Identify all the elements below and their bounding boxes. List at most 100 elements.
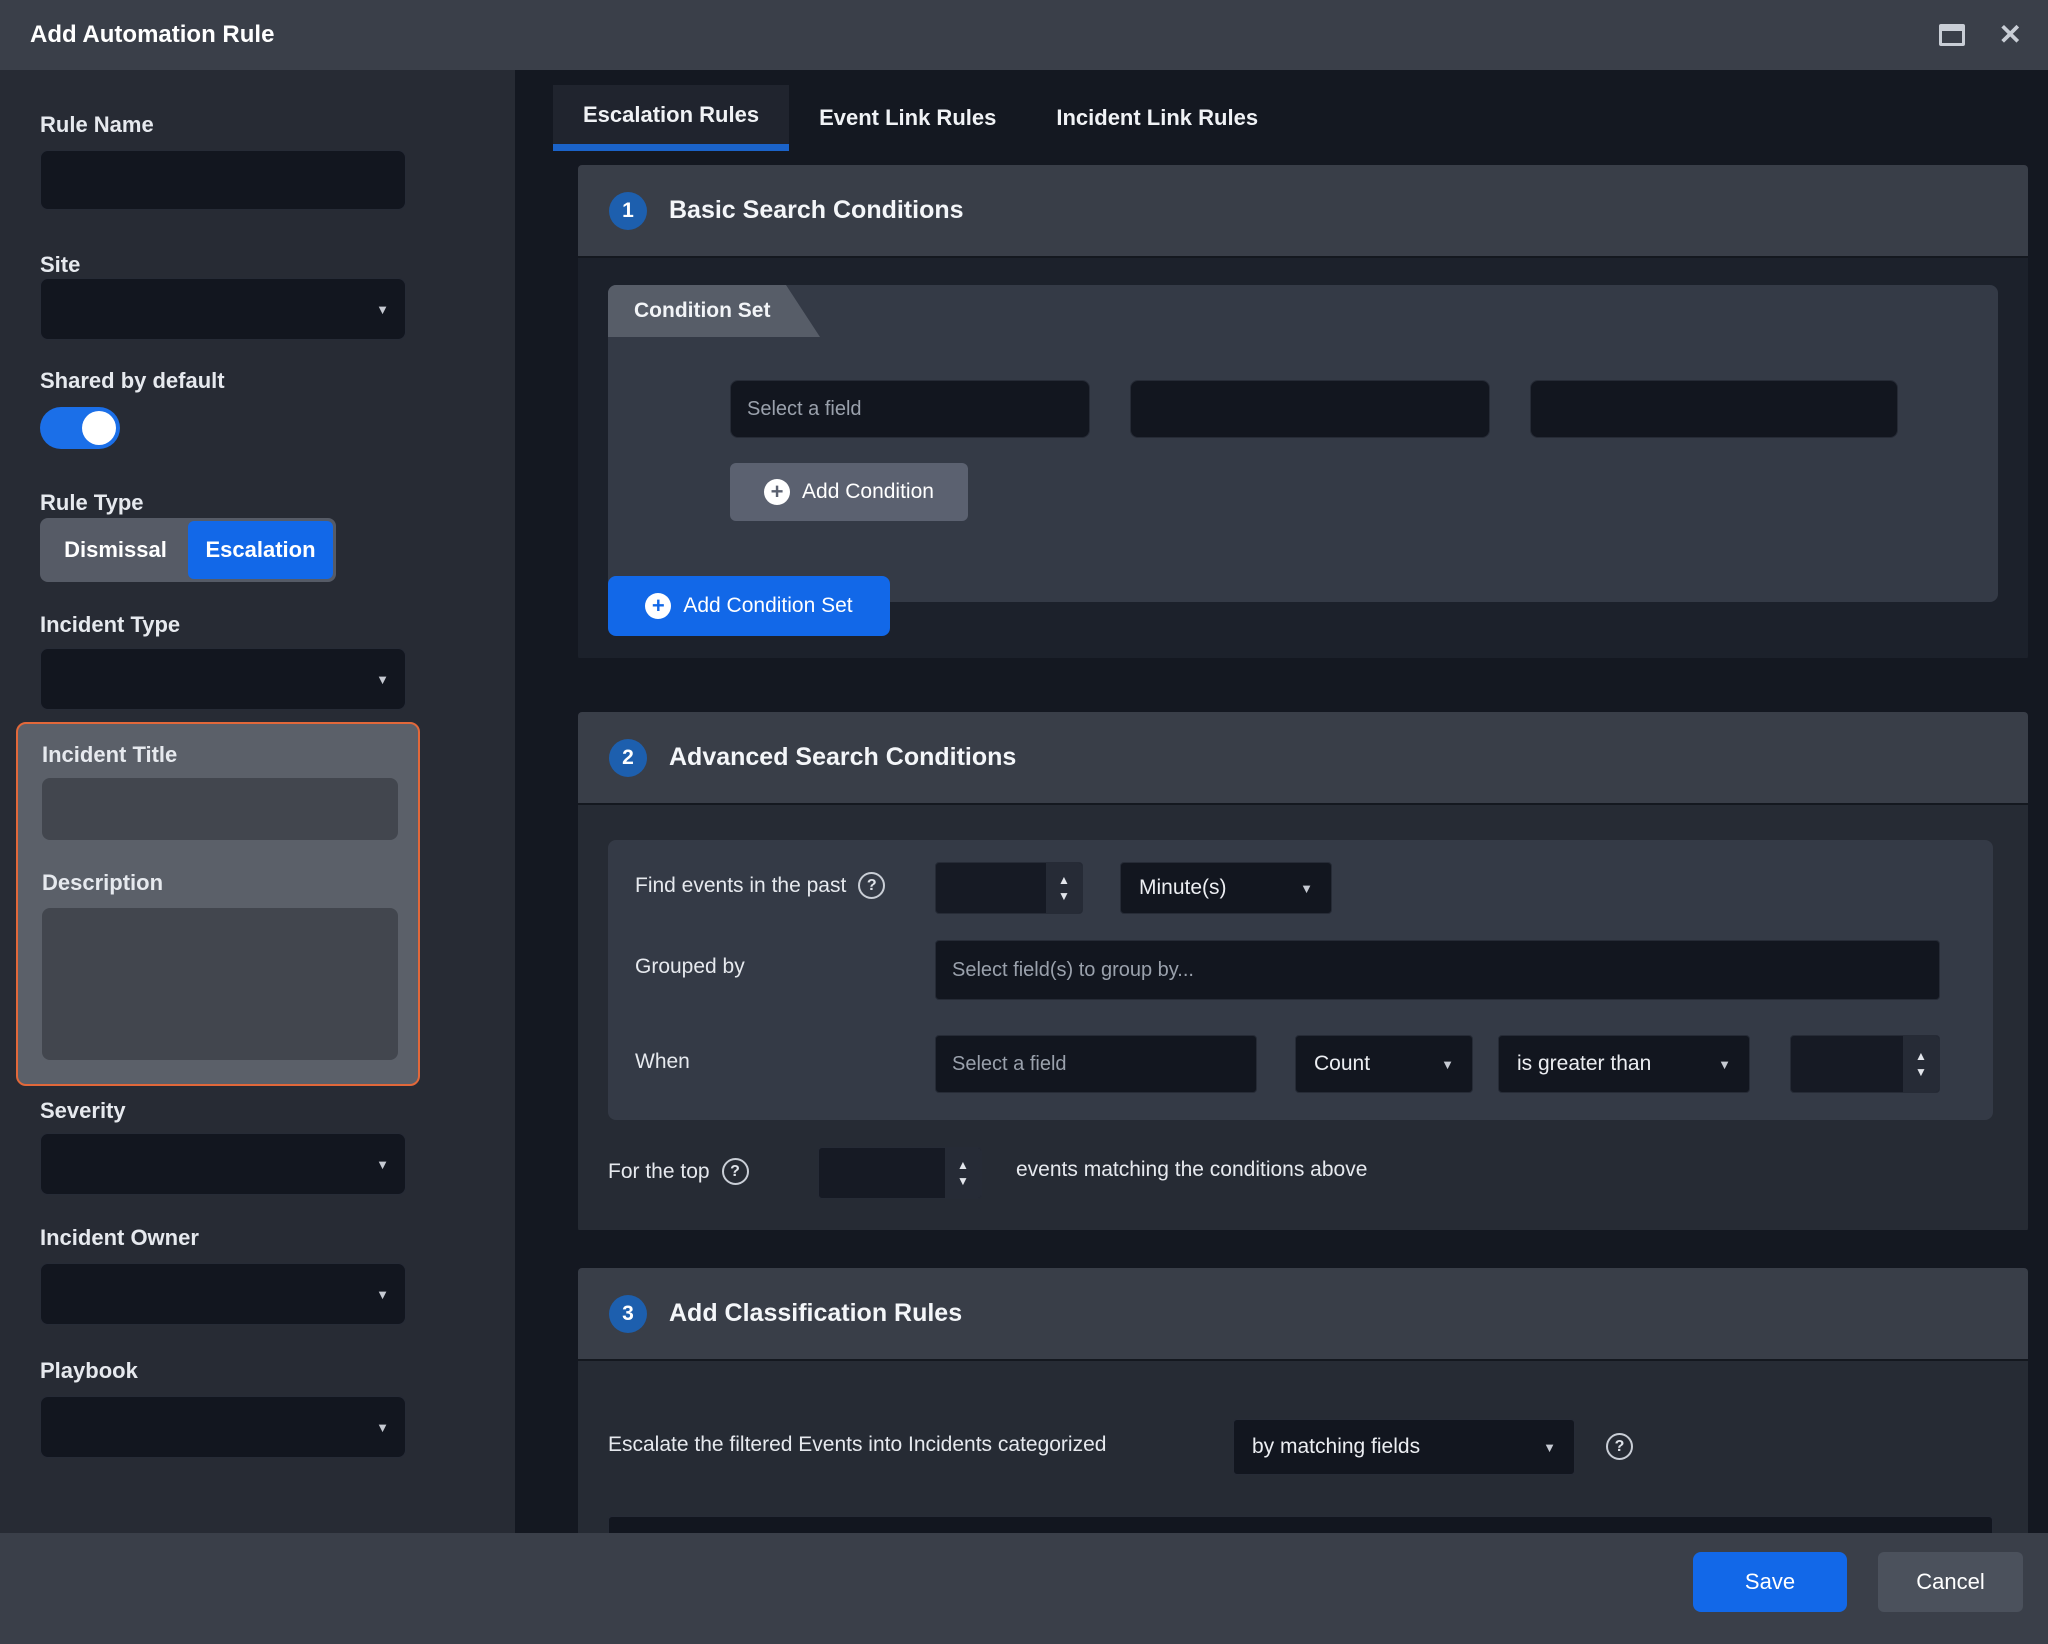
advanced-conditions-panel: Find events in the past ? ▲ ▼ Minute(s) … bbox=[608, 840, 1993, 1120]
chevron-down-icon: ▼ bbox=[376, 303, 389, 316]
severity-label: Severity bbox=[40, 1098, 126, 1124]
section-1-body: Condition Set + Add Condition + Add Cond… bbox=[578, 258, 2028, 658]
chevron-down-icon: ▼ bbox=[1300, 882, 1313, 895]
chevron-down-icon: ▼ bbox=[1543, 1441, 1556, 1454]
cancel-button[interactable]: Cancel bbox=[1878, 1552, 2023, 1612]
rule-type-option-dismissal[interactable]: Dismissal bbox=[43, 521, 188, 579]
description-label: Description bbox=[42, 870, 163, 896]
window-controls: ✕ bbox=[1939, 0, 2022, 70]
plus-icon: + bbox=[764, 479, 790, 505]
step-1-badge: 1 bbox=[609, 192, 647, 230]
categorize-mode-select[interactable]: by matching fields ▼ bbox=[1233, 1419, 1575, 1475]
add-condition-set-label: Add Condition Set bbox=[683, 594, 852, 618]
time-amount-stepper[interactable]: ▲ ▼ bbox=[935, 862, 1083, 914]
spin-down-icon: ▼ bbox=[1915, 1066, 1927, 1078]
chevron-down-icon: ▼ bbox=[1718, 1058, 1731, 1071]
incident-type-label: Incident Type bbox=[40, 612, 180, 638]
time-amount-value bbox=[936, 863, 1046, 913]
site-label: Site bbox=[40, 252, 80, 278]
tab-event-link-rules[interactable]: Event Link Rules bbox=[789, 85, 1026, 151]
aggregation-select[interactable]: Count ▼ bbox=[1295, 1035, 1473, 1093]
grouped-by-input[interactable] bbox=[935, 940, 1940, 1000]
section-2-body: Find events in the past ? ▲ ▼ Minute(s) … bbox=[578, 805, 2028, 1230]
rule-tabs: Escalation Rules Event Link Rules Incide… bbox=[553, 85, 1288, 151]
chevron-down-icon: ▼ bbox=[376, 1288, 389, 1301]
aggregation-value: Count bbox=[1314, 1052, 1370, 1076]
toggle-knob bbox=[82, 411, 116, 445]
condition-set-tab: Condition Set bbox=[608, 285, 820, 337]
help-icon[interactable]: ? bbox=[722, 1158, 749, 1185]
add-condition-label: Add Condition bbox=[802, 480, 934, 504]
chevron-down-icon: ▼ bbox=[376, 673, 389, 686]
find-events-label: Find events in the past ? bbox=[635, 872, 885, 899]
classify-fields-input[interactable] bbox=[608, 1516, 1993, 1533]
severity-select[interactable]: ▼ bbox=[40, 1133, 406, 1195]
plus-icon: + bbox=[645, 593, 671, 619]
rule-editor-main: Escalation Rules Event Link Rules Incide… bbox=[515, 70, 2048, 1533]
spin-down-icon: ▼ bbox=[957, 1175, 969, 1187]
section-3-title: Add Classification Rules bbox=[669, 1299, 962, 1328]
spin-up-icon: ▲ bbox=[1058, 874, 1070, 886]
spin-up-icon: ▲ bbox=[1915, 1050, 1927, 1062]
description-textarea[interactable] bbox=[42, 908, 398, 1060]
help-icon[interactable]: ? bbox=[858, 872, 885, 899]
chevron-down-icon: ▼ bbox=[1441, 1058, 1454, 1071]
find-events-label-text: Find events in the past bbox=[635, 874, 846, 898]
stepper-buttons[interactable]: ▲ ▼ bbox=[1903, 1036, 1939, 1092]
shared-by-default-toggle[interactable] bbox=[40, 407, 120, 449]
add-condition-set-button[interactable]: + Add Condition Set bbox=[608, 576, 890, 636]
incident-title-input[interactable] bbox=[42, 778, 398, 840]
dialog-titlebar: Add Automation Rule ✕ bbox=[0, 0, 2048, 70]
incident-owner-label: Incident Owner bbox=[40, 1225, 199, 1251]
rule-form-sidebar: Rule Name Site ▼ Shared by default Rule … bbox=[0, 70, 515, 1533]
site-select[interactable]: ▼ bbox=[40, 278, 406, 340]
maximize-icon[interactable] bbox=[1939, 24, 1965, 46]
section-3-body: Escalate the filtered Events into Incide… bbox=[578, 1361, 2028, 1533]
rule-type-label: Rule Type bbox=[40, 490, 144, 516]
stepper-buttons[interactable]: ▲ ▼ bbox=[945, 1148, 981, 1198]
condition-set-panel: Condition Set + Add Condition bbox=[608, 285, 1998, 602]
for-top-label: For the top ? bbox=[608, 1158, 749, 1185]
tab-escalation-rules[interactable]: Escalation Rules bbox=[553, 85, 789, 151]
section-1-title: Basic Search Conditions bbox=[669, 196, 964, 225]
condition-field-select[interactable] bbox=[730, 380, 1090, 438]
rule-type-option-escalation[interactable]: Escalation bbox=[188, 521, 333, 579]
section-advanced-search-conditions: 2 Advanced Search Conditions Find events… bbox=[578, 712, 2028, 1232]
playbook-label: Playbook bbox=[40, 1358, 138, 1384]
categorize-mode-value: by matching fields bbox=[1252, 1435, 1420, 1459]
save-button-label: Save bbox=[1745, 1569, 1795, 1595]
playbook-select[interactable]: ▼ bbox=[40, 1396, 406, 1458]
incident-owner-select[interactable]: ▼ bbox=[40, 1263, 406, 1325]
section-3-header: 3 Add Classification Rules bbox=[578, 1268, 2028, 1361]
stepper-buttons[interactable]: ▲ ▼ bbox=[1046, 863, 1082, 913]
threshold-stepper[interactable]: ▲ ▼ bbox=[1790, 1035, 1940, 1093]
spin-down-icon: ▼ bbox=[1058, 890, 1070, 902]
help-icon[interactable]: ? bbox=[1606, 1433, 1633, 1460]
section-1-header: 1 Basic Search Conditions bbox=[578, 165, 2028, 258]
condition-value-input[interactable] bbox=[1530, 380, 1898, 438]
operator-value: is greater than bbox=[1517, 1052, 1651, 1076]
section-2-header: 2 Advanced Search Conditions bbox=[578, 712, 2028, 805]
top-events-stepper[interactable]: ▲ ▼ bbox=[818, 1147, 982, 1199]
condition-operator-input[interactable] bbox=[1130, 380, 1490, 438]
save-button[interactable]: Save bbox=[1693, 1552, 1847, 1612]
add-condition-button[interactable]: + Add Condition bbox=[730, 463, 968, 521]
when-field-select[interactable] bbox=[935, 1035, 1257, 1093]
section-2-title: Advanced Search Conditions bbox=[669, 743, 1016, 772]
rule-name-label: Rule Name bbox=[40, 112, 154, 138]
close-icon[interactable]: ✕ bbox=[1999, 21, 2022, 49]
cancel-button-label: Cancel bbox=[1916, 1569, 1984, 1595]
incident-type-select[interactable]: ▼ bbox=[40, 648, 406, 710]
step-3-badge: 3 bbox=[609, 1295, 647, 1333]
tab-incident-link-rules[interactable]: Incident Link Rules bbox=[1026, 85, 1288, 151]
dialog-footer: Save Cancel bbox=[0, 1533, 2048, 1644]
for-top-suffix: events matching the conditions above bbox=[1016, 1158, 1367, 1182]
threshold-value bbox=[1791, 1036, 1903, 1092]
spin-up-icon: ▲ bbox=[957, 1159, 969, 1171]
incident-title-label: Incident Title bbox=[42, 742, 177, 768]
time-unit-select[interactable]: Minute(s) ▼ bbox=[1120, 862, 1332, 914]
escalate-categorized-label: Escalate the filtered Events into Incide… bbox=[608, 1433, 1106, 1457]
operator-select[interactable]: is greater than ▼ bbox=[1498, 1035, 1750, 1093]
shared-by-default-label: Shared by default bbox=[40, 368, 225, 394]
rule-name-input[interactable] bbox=[40, 150, 406, 210]
